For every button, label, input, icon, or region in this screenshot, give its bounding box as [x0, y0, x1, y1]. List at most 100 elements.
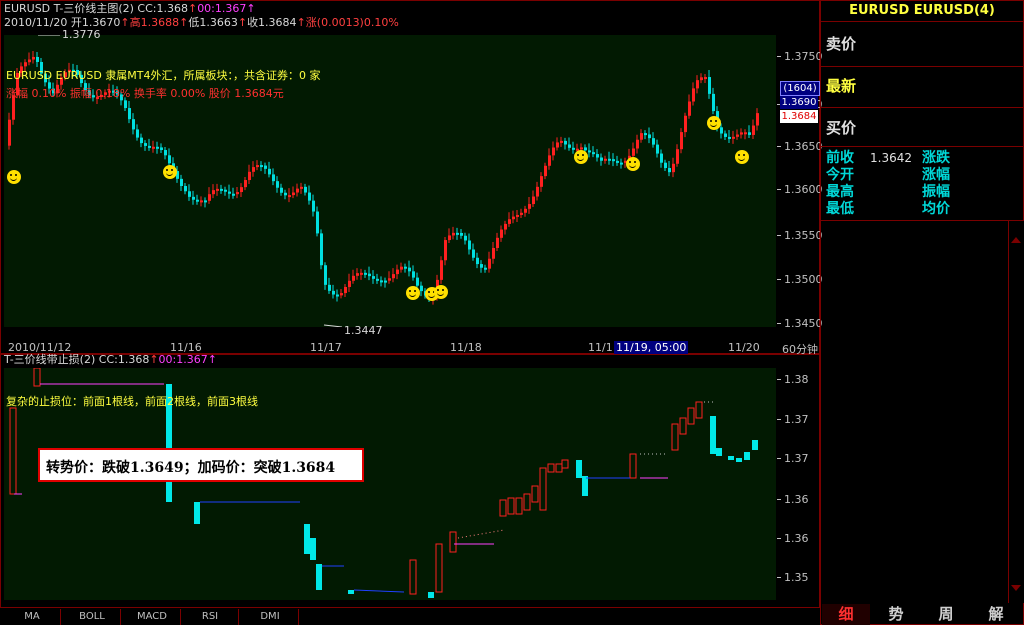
- candle: [32, 56, 35, 60]
- candle: [536, 186, 539, 197]
- sell-price-label: 卖价: [826, 35, 857, 53]
- candle: [420, 285, 423, 292]
- main-y-label: 1.3650: [784, 140, 823, 153]
- down-block: [304, 524, 310, 554]
- candle: [748, 132, 751, 135]
- signal-smiley-icon: [735, 150, 749, 164]
- quote-label: 前收: [826, 150, 854, 166]
- candle: [36, 56, 39, 62]
- candle: [180, 178, 183, 187]
- high-price-label: 1.3776: [62, 28, 101, 41]
- candle: [232, 193, 235, 196]
- y-tick: [777, 458, 781, 459]
- candle: [384, 280, 387, 283]
- candle: [316, 211, 319, 234]
- scroll-up-icon[interactable]: [1011, 237, 1021, 243]
- candle: [680, 132, 683, 150]
- low-price-label: 1.3447: [344, 324, 383, 337]
- candle: [660, 153, 663, 163]
- candle: [320, 233, 323, 266]
- indicator-tab-rsi[interactable]: RSI: [182, 609, 239, 625]
- candle: [288, 195, 291, 198]
- y-tick: [777, 538, 781, 539]
- sub-title-part: CC:1.368: [95, 353, 150, 366]
- main-chart-title: EURUSD T-三价线主图(2) CC:1.368↑00:1.367↑: [4, 3, 256, 15]
- indicator-tab-boll[interactable]: BOLL: [64, 609, 121, 625]
- candle: [400, 266, 403, 270]
- down-block: [582, 476, 588, 496]
- candle: [220, 188, 223, 191]
- candle: [568, 144, 571, 148]
- candle: [464, 235, 467, 241]
- info-line-1: EURUSD EURUSD 隶属MT4外汇，所属板块：，共含证券：0 家: [6, 69, 321, 82]
- candle: [676, 149, 679, 164]
- candle: [556, 142, 559, 148]
- latest-price-label: 最新: [826, 77, 857, 95]
- candle: [540, 176, 543, 187]
- indicator-tab-ma[interactable]: MA: [4, 609, 61, 625]
- quote-label: 均价: [922, 201, 950, 217]
- candle: [460, 232, 463, 236]
- right-tab[interactable]: 解: [972, 604, 1020, 625]
- candle: [260, 165, 263, 168]
- candle: [252, 167, 255, 172]
- candle: [344, 286, 347, 294]
- candle: [492, 247, 495, 259]
- candle: [548, 155, 551, 166]
- candle: [368, 273, 371, 277]
- main-y-label: 1.3450: [784, 317, 823, 330]
- right-tab[interactable]: 势: [872, 604, 920, 625]
- candle: [152, 146, 155, 149]
- divider: [820, 66, 1024, 67]
- signal-smiley-icon: [406, 286, 420, 300]
- main-quote-part: 收1.3684: [247, 16, 297, 29]
- candle: [572, 147, 575, 150]
- candle: [408, 267, 411, 272]
- down-block: [576, 460, 582, 478]
- indicator-tab-dmi[interactable]: DMI: [242, 609, 299, 625]
- y-tick: [777, 235, 781, 236]
- main-y-label: 1.3500: [784, 273, 823, 286]
- candle: [356, 273, 359, 276]
- sub-y-label: 1.35: [784, 571, 809, 584]
- candle: [348, 280, 351, 287]
- candle: [484, 267, 487, 270]
- right-scrollbar[interactable]: [1008, 221, 1024, 603]
- candle: [732, 136, 735, 139]
- candle: [704, 77, 707, 80]
- sub-y-label: 1.36: [784, 493, 809, 506]
- crosshair-time-label: 11/19, 05:00: [614, 341, 689, 354]
- scroll-down-icon[interactable]: [1011, 585, 1021, 591]
- sub-y-label: 1.36: [784, 532, 809, 545]
- divider: [820, 107, 1024, 108]
- candle: [156, 146, 159, 149]
- right-tab[interactable]: 周: [922, 604, 970, 625]
- candle: [596, 154, 599, 158]
- candle: [652, 138, 655, 145]
- candle: [272, 174, 275, 182]
- candle: [200, 200, 203, 203]
- indicator-tab-macd[interactable]: MACD: [124, 609, 181, 625]
- candle: [620, 162, 623, 165]
- candle: [656, 144, 659, 154]
- right-tab[interactable]: 细: [822, 604, 870, 625]
- candle: [608, 158, 611, 161]
- symbol-header: EURUSD EURUSD(4): [849, 3, 995, 18]
- candle: [300, 186, 303, 189]
- candle: [528, 204, 531, 209]
- main-title-part: EURUSD T-三价线主图(2): [4, 2, 134, 15]
- candle: [284, 192, 287, 196]
- candle: [448, 235, 451, 241]
- current-price-tag: 1.3684: [780, 110, 818, 123]
- main-y-label: 1.3600: [784, 183, 823, 196]
- candle: [640, 133, 643, 140]
- candle: [752, 125, 755, 135]
- candle: [728, 136, 731, 139]
- candle: [168, 155, 171, 164]
- candle: [412, 271, 415, 278]
- down-block: [752, 440, 758, 450]
- candle: [8, 119, 11, 146]
- candle: [148, 145, 151, 148]
- signal-smiley-icon: [626, 157, 640, 171]
- candle: [336, 294, 339, 297]
